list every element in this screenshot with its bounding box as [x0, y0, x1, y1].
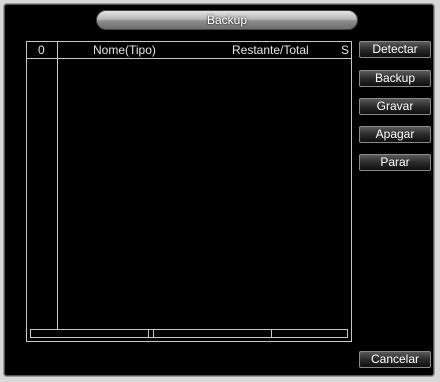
column-remaining-header[interactable]: Restante/Total	[232, 43, 309, 57]
device-list[interactable]: 0 Nome(Tipo) Restante/Total S	[26, 41, 352, 342]
backup-button[interactable]: Backup	[359, 70, 431, 87]
column-s-header[interactable]: S	[341, 43, 349, 57]
horizontal-scrollbar[interactable]	[30, 329, 348, 338]
erase-button[interactable]: Apagar	[359, 126, 431, 143]
stop-button[interactable]: Parar	[359, 154, 431, 171]
title-bar: Backup	[96, 10, 358, 30]
record-button[interactable]: Gravar	[359, 98, 431, 115]
list-header: 0 Nome(Tipo) Restante/Total S	[27, 42, 351, 59]
column-divider	[57, 42, 58, 330]
column-index-header[interactable]: 0	[38, 43, 45, 57]
column-name-header[interactable]: Nome(Tipo)	[93, 43, 156, 57]
scrollbar-grip-icon[interactable]	[148, 330, 154, 337]
detect-button[interactable]: Detectar	[359, 41, 431, 58]
cancel-button[interactable]: Cancelar	[359, 351, 431, 368]
backup-dialog: Backup 0 Nome(Tipo) Restante/Total S Det…	[3, 3, 435, 377]
dialog-title: Backup	[206, 13, 248, 27]
